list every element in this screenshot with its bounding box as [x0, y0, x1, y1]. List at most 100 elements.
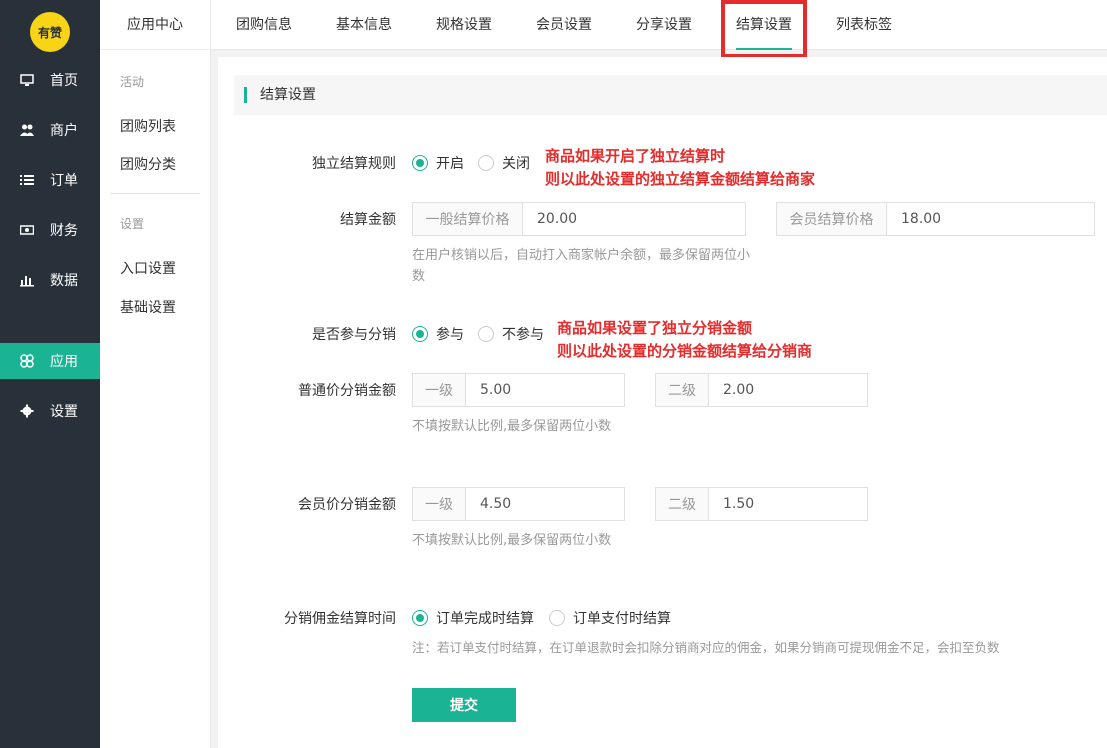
member-dist-level1-input[interactable] — [466, 488, 624, 520]
tab-member-settings[interactable]: 会员设置 — [536, 0, 592, 50]
member-dist-level2-input[interactable] — [709, 488, 867, 520]
sub-item-group-list[interactable]: 团购列表 — [120, 116, 176, 136]
normal-dist-label: 普通价分销金额 — [298, 383, 396, 399]
section-accent-bar — [244, 87, 247, 103]
radio-circle-checked — [412, 610, 428, 626]
sub-group-label: 活动 — [120, 75, 145, 89]
annotation-line: 则以此处设置的独立结算金额结算给商家 — [545, 170, 816, 188]
submit-button[interactable]: 提交 — [412, 688, 516, 722]
monitor-icon — [20, 73, 34, 87]
tab-highlight-box — [721, 0, 807, 58]
input-prefix: 一般结算价格 — [413, 203, 523, 235]
section-header: 结算设置 — [234, 75, 1107, 115]
nav-item-merchants[interactable]: 商户 — [0, 112, 100, 148]
nav-item-orders[interactable]: 订单 — [0, 162, 100, 198]
radio-not-participate[interactable]: 不参与 — [478, 324, 544, 344]
sub-item-group-category[interactable]: 团购分类 — [120, 154, 176, 174]
commission-time-label: 分销佣金结算时间 — [284, 611, 396, 627]
radio-circle — [549, 610, 565, 626]
annotation-line: 则以此处设置的分销金额结算给分销商 — [557, 342, 813, 360]
annotation-independent-settlement: 商品如果开启了独立结算时 则以此处设置的独立结算金额结算给商家 — [545, 145, 815, 191]
independent-rule-label: 独立结算规则 — [312, 156, 396, 172]
member-dist-hint: 不填按默认比例,最多保留两位小数 — [412, 533, 612, 548]
nav-item-apps[interactable]: 应用 — [0, 343, 100, 379]
nav-label: 设置 — [50, 404, 78, 420]
member-settle-price-input[interactable] — [887, 203, 1094, 235]
brand-logo[interactable]: 有赞 — [30, 12, 70, 52]
nav-label: 数据 — [50, 273, 78, 289]
tab-label: 规格设置 — [436, 17, 492, 33]
nav-label: 应用 — [50, 354, 78, 370]
sub-divider — [110, 193, 200, 194]
annotation-line: 商品如果设置了独立分销金额 — [557, 319, 753, 337]
radio-enable[interactable]: 开启 — [412, 153, 464, 173]
radio-circle — [478, 155, 494, 171]
radio-participate[interactable]: 参与 — [412, 324, 464, 344]
radio-label: 订单完成时结算 — [436, 611, 534, 627]
tab-group-info[interactable]: 团购信息 — [236, 0, 292, 50]
logo-text: 有赞 — [37, 25, 62, 40]
distribution-label: 是否参与分销 — [312, 327, 396, 343]
sub-sidebar: 应用中心 活动 团购列表 团购分类 设置 入口设置 基础设置 — [100, 0, 211, 748]
nav-item-finance[interactable]: 财务 — [0, 212, 100, 248]
normal-dist-level2-input[interactable] — [709, 374, 867, 406]
tab-label: 团购信息 — [236, 17, 292, 33]
radio-order-complete[interactable]: 订单完成时结算 — [412, 608, 534, 628]
commission-time-note: 注：若订单支付时结算，在订单退款时会扣除分销商对应的佣金，如果分销商可提现佣金不… — [412, 640, 1000, 655]
normal-dist-level1-group: 一级 — [412, 373, 625, 407]
nav-item-home[interactable]: 首页 — [0, 62, 100, 98]
money-icon — [19, 223, 35, 237]
sub-item-entry-settings[interactable]: 入口设置 — [120, 258, 176, 278]
normal-settle-price-group: 一般结算价格 — [412, 202, 746, 236]
settle-amount-hint: 在用户核销以后，自动打入商家帐户余额，最多保留两位小数 — [412, 248, 751, 284]
radio-circle — [478, 326, 494, 342]
settlement-panel: 结算设置 独立结算规则 开启 关闭 商品如果开启了独立结算时 则以此处设置的独立… — [218, 57, 1107, 748]
sub-group-label: 设置 — [120, 217, 145, 231]
tab-list-tags[interactable]: 列表标签 — [836, 0, 892, 50]
normal-dist-level1-input[interactable] — [466, 374, 624, 406]
list-icon — [20, 173, 34, 187]
input-prefix: 一级 — [413, 374, 466, 406]
tab-label: 会员设置 — [536, 17, 592, 33]
member-dist-level1-group: 一级 — [412, 487, 625, 521]
tab-bar: 团购信息 基本信息 规格设置 会员设置 分享设置 结算设置 列表标签 — [211, 0, 1107, 50]
nav-label: 财务 — [50, 223, 78, 239]
tab-share-settings[interactable]: 分享设置 — [636, 0, 692, 50]
settle-amount-label: 结算金额 — [340, 212, 396, 228]
tab-label: 基本信息 — [336, 17, 392, 33]
annotation-line: 商品如果开启了独立结算时 — [545, 147, 726, 165]
input-prefix: 二级 — [656, 374, 709, 406]
nav-label: 商户 — [50, 123, 78, 139]
apps-icon — [20, 354, 34, 368]
tab-label: 分享设置 — [636, 17, 692, 33]
radio-label: 不参与 — [502, 327, 544, 343]
radio-disable[interactable]: 关闭 — [478, 153, 530, 173]
sub-item-basic-settings[interactable]: 基础设置 — [120, 297, 176, 317]
nav-label: 首页 — [50, 73, 78, 89]
radio-label: 关闭 — [502, 156, 530, 172]
tab-basic-info[interactable]: 基本信息 — [336, 0, 392, 50]
member-dist-label: 会员价分销金额 — [298, 497, 396, 513]
radio-order-paid[interactable]: 订单支付时结算 — [549, 608, 671, 628]
nav-label: 订单 — [50, 173, 78, 189]
radio-label: 订单支付时结算 — [573, 611, 671, 627]
member-settle-price-group: 会员结算价格 — [776, 202, 1095, 236]
gear-icon — [20, 404, 34, 418]
member-dist-level2-group: 二级 — [655, 487, 868, 521]
users-icon — [20, 123, 34, 137]
normal-dist-hint: 不填按默认比例,最多保留两位小数 — [412, 419, 612, 434]
normal-settle-price-input[interactable] — [523, 203, 745, 235]
input-prefix: 二级 — [656, 488, 709, 520]
tab-label: 列表标签 — [836, 17, 892, 33]
nav-item-settings[interactable]: 设置 — [0, 393, 100, 429]
annotation-distribution-amount: 商品如果设置了独立分销金额 则以此处设置的分销金额结算给分销商 — [557, 317, 812, 363]
input-prefix: 会员结算价格 — [777, 203, 887, 235]
input-prefix: 一级 — [413, 488, 466, 520]
tab-spec-settings[interactable]: 规格设置 — [436, 0, 492, 50]
sub-sidebar-title: 应用中心 — [100, 0, 210, 50]
nav-item-data[interactable]: 数据 — [0, 262, 100, 298]
bar-chart-icon — [20, 273, 34, 287]
radio-circle-checked — [412, 326, 428, 342]
radio-label: 参与 — [436, 327, 464, 343]
app-root: 有赞 首页 商户 订单 财务 数据 应用 设置 应用中心 活动 团购列表 团购分… — [0, 0, 1107, 748]
